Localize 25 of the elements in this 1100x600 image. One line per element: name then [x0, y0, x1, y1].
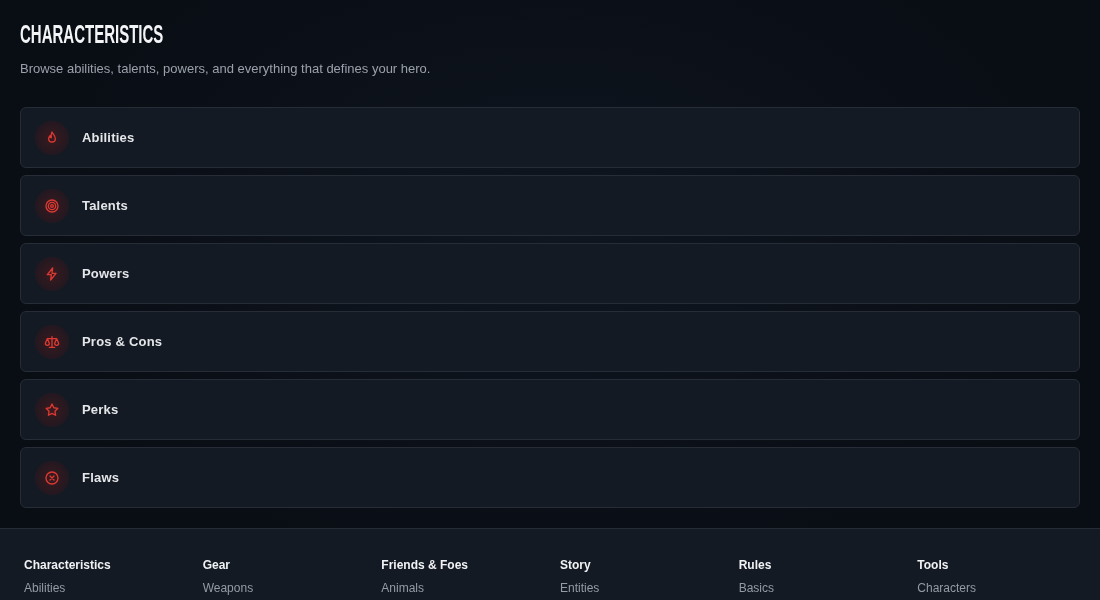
footer-link[interactable]: Entities: [560, 580, 600, 596]
footer-heading: Rules: [738, 557, 772, 573]
category-card[interactable]: Pros & Cons: [20, 311, 1080, 372]
footer-link[interactable]: Abilities: [24, 580, 66, 596]
lightning-icon: [35, 256, 69, 291]
footer-link[interactable]: Weapons: [202, 580, 254, 596]
footer-heading: Characteristics: [24, 557, 111, 573]
footer-heading: Tools: [917, 557, 949, 573]
footer-link[interactable]: Animals: [381, 580, 424, 596]
footer-heading: Gear: [202, 557, 230, 573]
footer-heading: Story: [560, 557, 591, 573]
close-circle-icon: [35, 460, 69, 495]
footer-link[interactable]: Basics: [738, 580, 774, 596]
category-card[interactable]: Powers: [20, 243, 1080, 304]
scale-icon: [35, 324, 69, 359]
flame-icon: [35, 120, 69, 155]
page-title: CHARACTERISTICS: [20, 21, 164, 47]
page-subtitle: Browse abilities, talents, powers, and everything that defines your hero.: [20, 61, 432, 77]
footer-heading: Friends & Foes: [381, 557, 468, 573]
category-card[interactable]: Perks: [20, 379, 1080, 440]
target-icon: [35, 188, 69, 223]
category-card[interactable]: Flaws: [20, 447, 1080, 508]
footer-link[interactable]: Characters: [917, 580, 976, 596]
category-card[interactable]: Abilities: [20, 107, 1080, 168]
category-card[interactable]: Talents: [20, 175, 1080, 236]
